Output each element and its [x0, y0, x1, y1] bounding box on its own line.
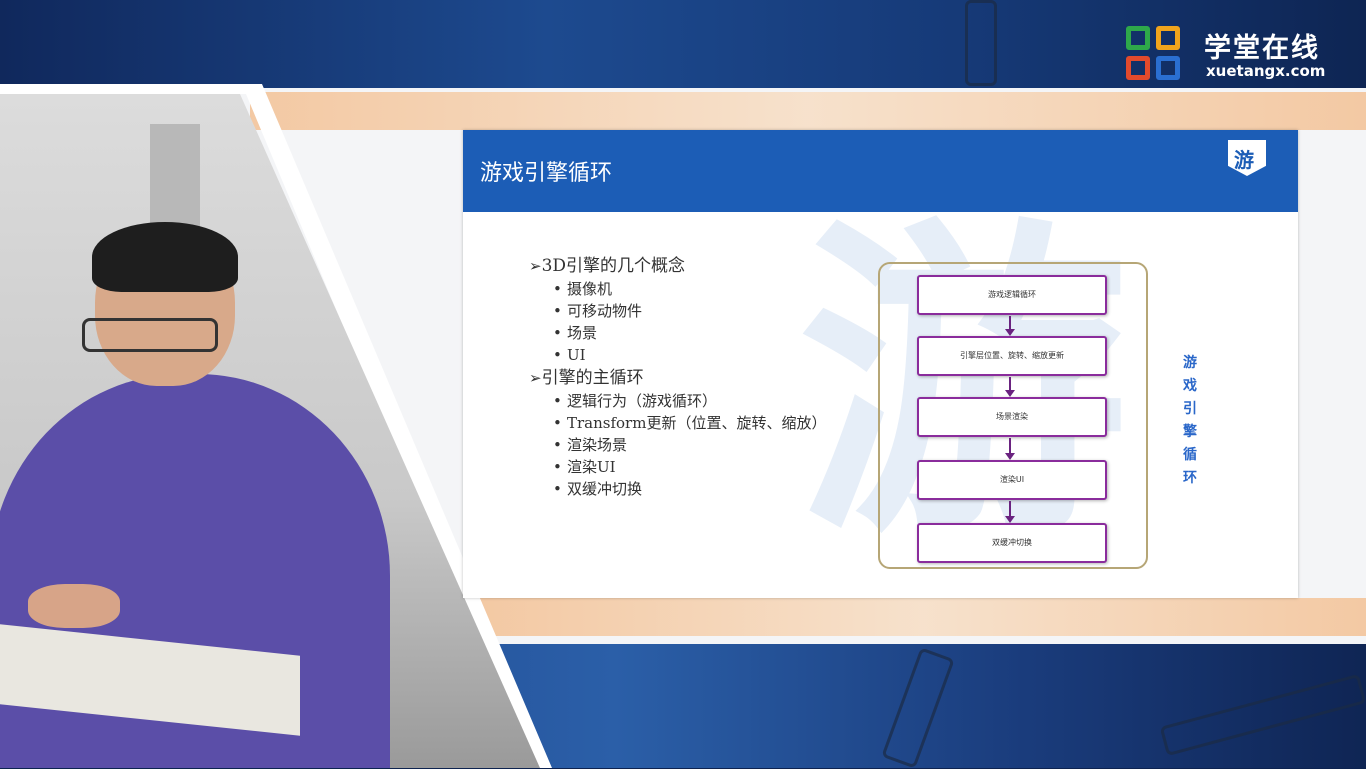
shield-badge-icon: 游 [1228, 140, 1266, 176]
list-item: • 渲染UI [553, 458, 616, 476]
xuetangx-logo: 学堂在线 xuetangx.com [1124, 22, 1350, 84]
presentation-slide: 游戏引擎循环 游 游 ➢3D引擎的几个概念 • 摄像机 • 可移动物件 • 场景 • U… [463, 130, 1298, 598]
badge-char: 游 [1234, 148, 1254, 172]
list-item: • 逻辑行为（游戏循环） [553, 392, 718, 410]
flow-arrow [1005, 501, 1015, 523]
flow-node: 渲染UI [917, 460, 1107, 500]
lecturer-hand [28, 584, 120, 628]
lecturer-hair [92, 222, 238, 292]
section-heading: ➢引擎的主循环 [529, 368, 644, 388]
lecturer-glasses [82, 318, 218, 352]
list-item: • 场景 [553, 324, 598, 342]
orange-band-top [250, 92, 1366, 130]
brand-url: xuetangx.com [1206, 62, 1326, 80]
slide-title: 游戏引擎循环 [480, 161, 613, 186]
flow-node: 游戏逻辑循环 [917, 275, 1107, 315]
flow-node: 场景渲染 [917, 397, 1107, 437]
section-heading: ➢3D引擎的几个概念 [529, 256, 686, 276]
list-item: • 可移动物件 [553, 302, 643, 320]
list-item: • UI [553, 346, 586, 364]
arrow-bullet-icon: ➢ [529, 369, 542, 387]
vertical-caption: 游戏引擎循环 [1183, 355, 1197, 486]
arrow-bullet-icon: ➢ [529, 257, 542, 275]
flow-node: 双缓冲切换 [917, 523, 1107, 563]
brand-name: 学堂在线 [1204, 33, 1320, 64]
flow-node: 引擎层位置、旋转、缩放更新 [917, 336, 1107, 376]
flow-arrow [1005, 316, 1015, 336]
chain-decoration [965, 0, 997, 86]
flowchart: 游戏逻辑循环 引擎层位置、旋转、缩放更新 场景渲染 渲染UI 双缓冲切换 [878, 262, 1148, 569]
logo-grid-icon [1124, 24, 1188, 86]
flow-arrow [1005, 377, 1015, 397]
orange-band-bottom [480, 598, 1366, 636]
list-item: • 渲染场景 [553, 436, 628, 454]
list-item: • 双缓冲切换 [553, 480, 643, 498]
flow-arrow [1005, 438, 1015, 460]
list-item: • Transform更新（位置、旋转、缩放） [553, 414, 827, 432]
bullet-list: ➢3D引擎的几个概念 • 摄像机 • 可移动物件 • 场景 • UI ➢引擎的主循环 •… [529, 254, 826, 500]
list-item: • 摄像机 [553, 280, 613, 298]
